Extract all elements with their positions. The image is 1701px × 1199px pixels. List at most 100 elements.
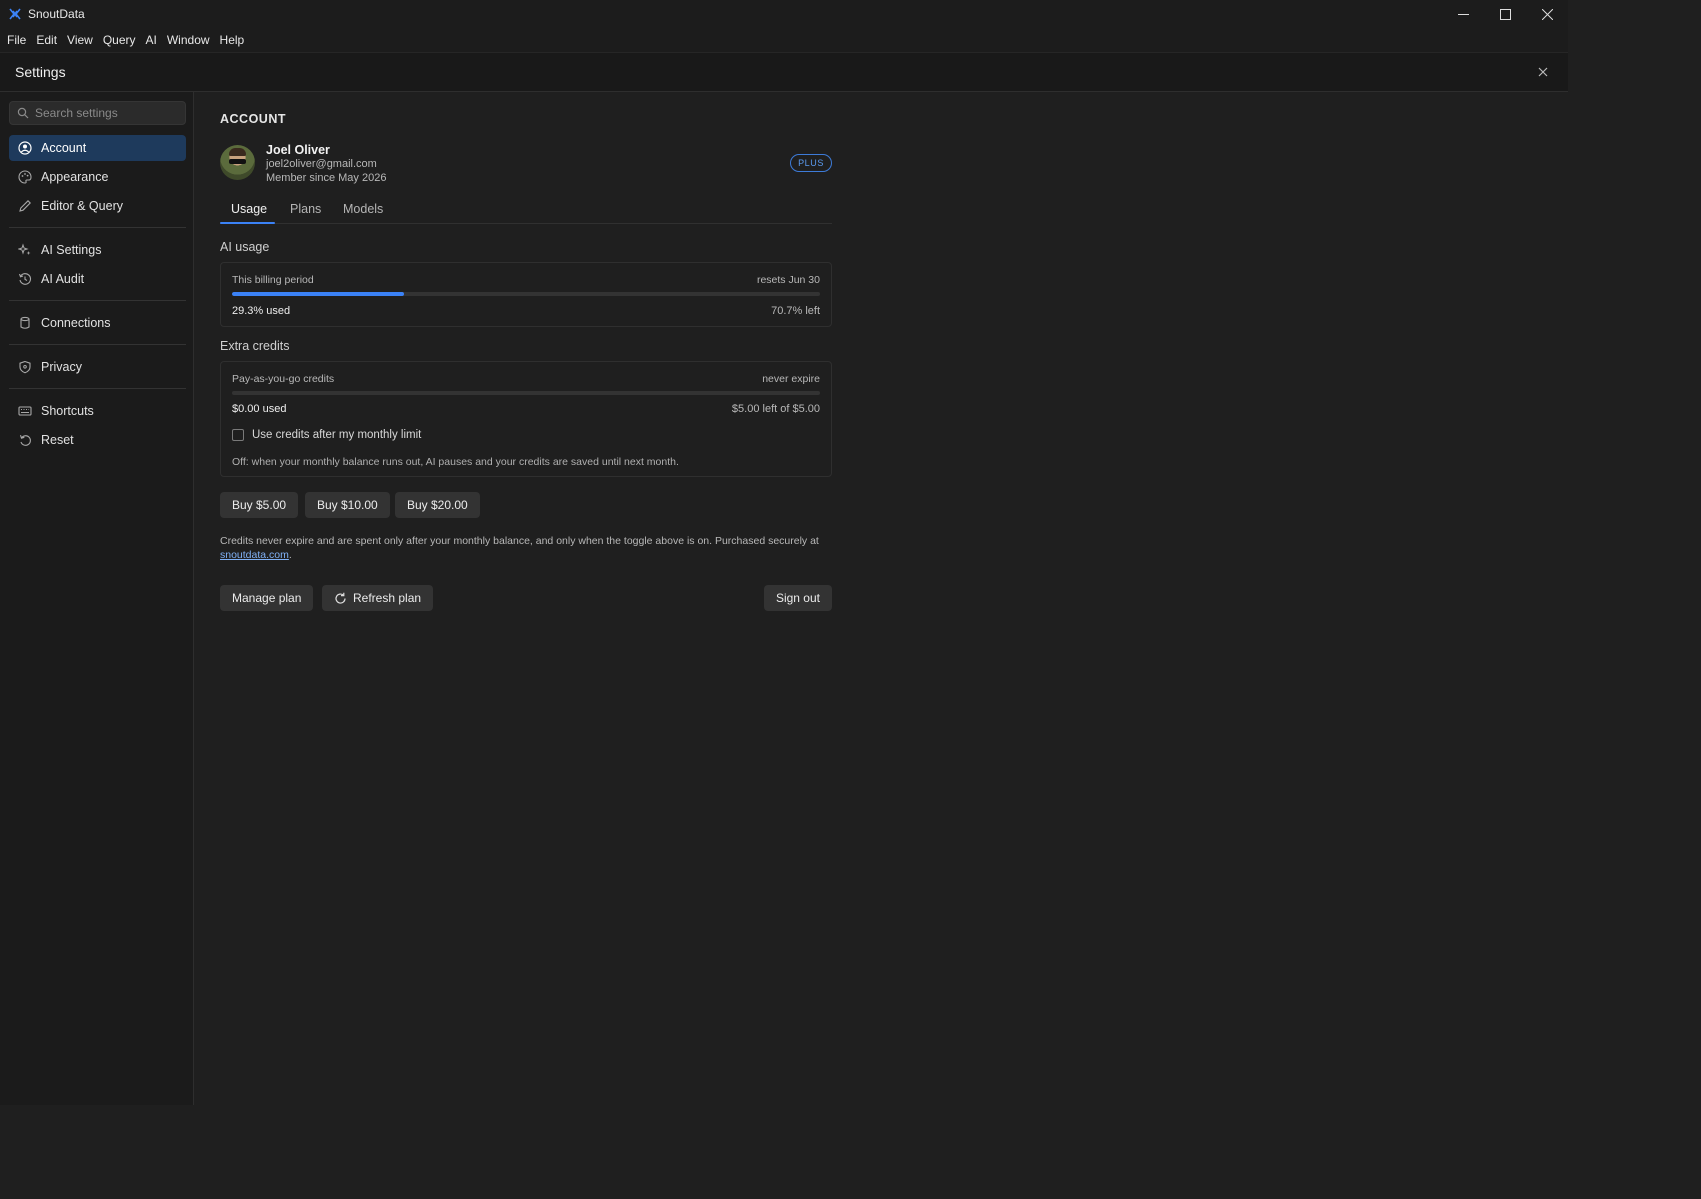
sidebar-divider: [9, 388, 186, 389]
sidebar-item-connections[interactable]: Connections: [9, 310, 186, 336]
sign-out-button[interactable]: Sign out: [763, 585, 832, 611]
settings-sidebar: Account Appearance Editor & Query AI Set…: [0, 92, 194, 1105]
search-icon: [17, 107, 29, 119]
search-input[interactable]: [35, 106, 175, 120]
user-email: joel2oliver@gmail.com: [266, 158, 377, 170]
sidebar-item-label: Reset: [41, 433, 74, 447]
active-tab-indicator: [220, 222, 275, 224]
history-icon: [18, 272, 32, 286]
sidebar-item-label: Shortcuts: [41, 404, 94, 418]
footnote-text: Credits never expire and are spent only …: [220, 535, 819, 547]
credits-left: $5.00 left of $5.00: [731, 403, 820, 415]
menu-help[interactable]: Help: [215, 28, 250, 52]
sidebar-divider: [9, 227, 186, 228]
sidebar-item-ai-audit[interactable]: AI Audit: [9, 266, 186, 292]
close-icon: [1541, 8, 1553, 20]
window-controls: [1442, 0, 1568, 28]
sidebar-item-ai-settings[interactable]: AI Settings: [9, 237, 186, 263]
credits-hint: Off: when your monthly balance runs out,…: [232, 456, 679, 468]
credits-footnote: Credits never expire and are spent only …: [220, 534, 832, 562]
settings-close-button[interactable]: [1536, 65, 1550, 79]
menu-query[interactable]: Query: [98, 28, 141, 52]
menu-view[interactable]: View: [62, 28, 98, 52]
buy-20-button[interactable]: Buy $20.00: [395, 492, 480, 518]
app-logo-icon: [9, 8, 21, 20]
credits-progress-bar: [232, 391, 820, 395]
avatar: [220, 145, 255, 180]
usage-progress-fill: [232, 292, 405, 296]
ai-usage-heading: AI usage: [220, 240, 270, 254]
tab-plans[interactable]: Plans: [290, 198, 321, 224]
sidebar-divider: [9, 300, 186, 301]
undo-icon: [18, 433, 32, 447]
sidebar-item-label: Connections: [41, 316, 111, 330]
menu-window[interactable]: Window: [162, 28, 215, 52]
credits-row-top: Pay-as-you-go credits never expire: [232, 373, 820, 385]
shield-icon: [18, 360, 32, 374]
window-close-button[interactable]: [1526, 0, 1568, 28]
tab-models[interactable]: Models: [343, 198, 383, 224]
account-tabs: Usage Plans Models: [220, 198, 832, 224]
button-label: Buy $5.00: [232, 498, 287, 512]
button-label: Sign out: [775, 591, 820, 605]
snoutdata-link[interactable]: snoutdata.com: [220, 549, 289, 561]
sidebar-item-account[interactable]: Account: [9, 135, 186, 161]
tab-usage[interactable]: Usage: [231, 198, 267, 224]
tab-label: Usage: [231, 202, 268, 216]
menu-file[interactable]: File: [2, 28, 31, 52]
tab-label: Models: [343, 202, 384, 216]
reset-date: resets Jun 30: [756, 274, 820, 286]
settings-header: Settings: [0, 52, 1568, 92]
sidebar-item-label: Privacy: [41, 360, 82, 374]
buy-10-button[interactable]: Buy $10.00: [305, 492, 390, 518]
button-label: Buy $20.00: [407, 498, 468, 512]
usage-used: 29.3% used: [232, 305, 291, 317]
sidebar-item-label: Appearance: [41, 170, 109, 184]
ai-usage-card: This billing period resets Jun 30 29.3% …: [220, 262, 832, 327]
menu-bar: File Edit View Query AI Window Help: [0, 28, 1568, 52]
refresh-icon: [334, 592, 347, 605]
maximize-button[interactable]: [1484, 0, 1526, 28]
search-settings-box[interactable]: [9, 101, 186, 125]
app-title: SnoutData: [28, 7, 85, 21]
credits-label: Pay-as-you-go credits: [232, 373, 335, 385]
sidebar-divider: [9, 344, 186, 345]
sidebar-item-editor-query[interactable]: Editor & Query: [9, 193, 186, 219]
use-credits-toggle-row[interactable]: Use credits after my monthly limit: [232, 429, 421, 441]
sidebar-item-label: AI Audit: [41, 272, 85, 286]
sidebar-item-privacy[interactable]: Privacy: [9, 354, 186, 380]
sidebar-item-label: Account: [41, 141, 87, 155]
pencil-icon: [18, 199, 32, 213]
menu-ai[interactable]: AI: [141, 28, 162, 52]
button-label: Refresh plan: [353, 591, 422, 605]
sidebar-item-label: AI Settings: [41, 243, 102, 257]
section-title: ACCOUNT: [220, 112, 286, 126]
sidebar-item-appearance[interactable]: Appearance: [9, 164, 186, 190]
buy-5-button[interactable]: Buy $5.00: [220, 492, 299, 518]
use-credits-checkbox[interactable]: [232, 429, 244, 441]
billing-period-label: This billing period: [232, 274, 314, 286]
button-label: Manage plan: [232, 591, 302, 605]
sparkles-icon: [18, 243, 32, 257]
maximize-icon: [1499, 8, 1511, 20]
credits-expiry: never expire: [762, 373, 820, 385]
usage-left: 70.7% left: [771, 305, 820, 317]
credits-row-bottom: $0.00 used $5.00 left of $5.00: [232, 403, 820, 415]
database-icon: [18, 316, 32, 330]
extra-credits-heading: Extra credits: [220, 339, 290, 353]
sidebar-item-reset[interactable]: Reset: [9, 427, 186, 453]
manage-plan-button[interactable]: Manage plan: [220, 585, 314, 611]
settings-title: Settings: [15, 64, 66, 80]
minimize-button[interactable]: [1442, 0, 1484, 28]
usage-progress-bar: [232, 292, 820, 296]
minimize-icon: [1457, 13, 1469, 15]
button-label: Buy $10.00: [317, 498, 378, 512]
palette-icon: [18, 170, 32, 184]
usage-row-bottom: 29.3% used 70.7% left: [232, 305, 820, 317]
menu-edit[interactable]: Edit: [31, 28, 62, 52]
sidebar-item-shortcuts[interactable]: Shortcuts: [9, 398, 186, 424]
keyboard-icon: [18, 404, 32, 418]
refresh-plan-button[interactable]: Refresh plan: [322, 585, 434, 611]
usage-row-top: This billing period resets Jun 30: [232, 274, 820, 286]
title-bar: SnoutData: [0, 0, 1568, 28]
